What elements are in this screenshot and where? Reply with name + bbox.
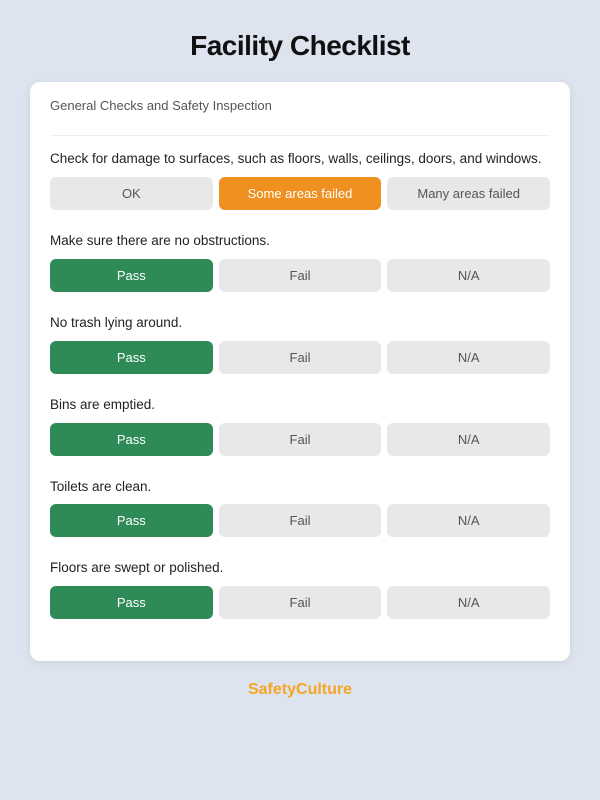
btn-item-4-2[interactable]: N/A	[387, 423, 550, 456]
btn-item-1-0[interactable]: OK	[50, 177, 213, 210]
check-item-6: Floors are swept or polished. PassFailN/A	[50, 559, 550, 623]
check-item-1: Check for damage to surfaces, such as fl…	[50, 150, 550, 214]
btn-item-2-1[interactable]: Fail	[219, 259, 382, 292]
check-label-1: Check for damage to surfaces, such as fl…	[50, 150, 550, 169]
check-label-4: Bins are emptied.	[50, 396, 550, 415]
btn-item-5-2[interactable]: N/A	[387, 504, 550, 537]
check-label-2: Make sure there are no obstructions.	[50, 232, 550, 251]
check-label-3: No trash lying around.	[50, 314, 550, 333]
btn-group-1: OKSome areas failedMany areas failed	[50, 177, 550, 210]
brand-logo: SafetyCulture	[248, 681, 352, 699]
check-item-5: Toilets are clean. PassFailN/A	[50, 478, 550, 542]
brand-text-black: Safety	[248, 681, 296, 698]
btn-group-5: PassFailN/A	[50, 504, 550, 537]
btn-item-1-1[interactable]: Some areas failed	[219, 177, 382, 210]
btn-item-3-2[interactable]: N/A	[387, 341, 550, 374]
btn-group-3: PassFailN/A	[50, 341, 550, 374]
check-item-3: No trash lying around. PassFailN/A	[50, 314, 550, 378]
btn-item-6-0[interactable]: Pass	[50, 586, 213, 619]
checklist-items: Check for damage to surfaces, such as fl…	[50, 150, 550, 623]
btn-item-4-0[interactable]: Pass	[50, 423, 213, 456]
btn-item-5-1[interactable]: Fail	[219, 504, 382, 537]
btn-item-5-0[interactable]: Pass	[50, 504, 213, 537]
btn-item-3-1[interactable]: Fail	[219, 341, 382, 374]
check-label-6: Floors are swept or polished.	[50, 559, 550, 578]
btn-group-6: PassFailN/A	[50, 586, 550, 619]
btn-item-2-2[interactable]: N/A	[387, 259, 550, 292]
check-item-2: Make sure there are no obstructions. Pass…	[50, 232, 550, 296]
btn-item-1-2[interactable]: Many areas failed	[387, 177, 550, 210]
btn-item-2-0[interactable]: Pass	[50, 259, 213, 292]
checklist-card: General Checks and Safety Inspection Che…	[30, 82, 570, 661]
btn-item-6-1[interactable]: Fail	[219, 586, 382, 619]
brand-text-orange: Culture	[296, 681, 352, 698]
btn-item-6-2[interactable]: N/A	[387, 586, 550, 619]
btn-item-4-1[interactable]: Fail	[219, 423, 382, 456]
check-label-5: Toilets are clean.	[50, 478, 550, 497]
divider	[50, 135, 550, 136]
card-header: General Checks and Safety Inspection	[50, 98, 550, 121]
page-title: Facility Checklist	[190, 30, 410, 62]
check-item-4: Bins are emptied. PassFailN/A	[50, 396, 550, 460]
btn-group-2: PassFailN/A	[50, 259, 550, 292]
btn-group-4: PassFailN/A	[50, 423, 550, 456]
btn-item-3-0[interactable]: Pass	[50, 341, 213, 374]
